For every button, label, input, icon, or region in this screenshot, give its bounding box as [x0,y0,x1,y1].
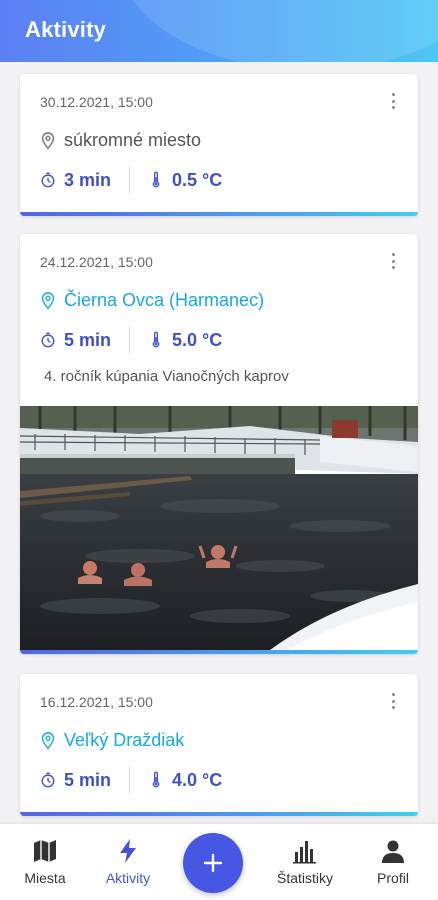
activity-location[interactable]: Čierna Ovca (Harmanec) [40,290,264,311]
location-pin-icon [41,131,55,149]
temperature-value: 5.0 °C [172,329,223,350]
timer-icon [41,332,55,348]
duration-stat: 5 min [40,330,111,351]
activity-card[interactable]: 16.12.2021, 15:00 Veľký Draždiak 5 min 4… [20,674,418,816]
person-icon [382,840,404,863]
temperature-stat: 4.0 °C [148,770,222,791]
thermometer-icon [152,771,160,788]
nav-activities[interactable]: Aktivity [88,838,168,886]
activity-date: 16.12.2021, 15:00 [40,694,153,710]
card-accent-bar [20,812,418,816]
add-activity-button[interactable] [183,833,243,893]
lightning-icon [120,839,136,863]
nav-statistics[interactable]: Štatistiky [265,838,345,886]
thermometer-icon [152,331,160,348]
activity-card[interactable]: 24.12.2021, 15:00 Čierna Ovca (Harmanec)… [20,234,418,654]
temperature-value: 4.0 °C [172,769,223,790]
duration-value: 3 min [64,169,112,190]
duration-value: 5 min [64,769,112,790]
bar-chart-icon [293,841,316,864]
activity-stats: 5 min 5.0 °C [40,326,222,354]
location-pin-icon [41,731,55,749]
activity-date: 24.12.2021, 15:00 [40,254,153,270]
stat-divider [129,166,131,194]
plus-icon [203,853,223,873]
activity-photo[interactable] [20,406,418,650]
bottom-nav: Miesta Aktivity Štatistiky Profil [0,824,438,900]
timer-icon [41,772,55,788]
timer-icon [41,172,55,188]
app-header: Aktivity [0,0,438,62]
duration-stat: 3 min [40,170,111,191]
activity-location: súkromné miesto [40,130,201,151]
location-name: Čierna Ovca (Harmanec) [64,290,265,310]
activity-feed[interactable]: 30.12.2021, 15:00 súkromné miesto 3 min [0,62,438,824]
location-name: súkromné miesto [64,130,202,150]
thermometer-icon [152,171,160,188]
temperature-value: 0.5 °C [172,169,223,190]
location-pin-icon [41,291,55,309]
duration-value: 5 min [64,329,112,350]
nav-places-label: Miesta [24,870,66,886]
more-options-icon[interactable] [390,253,396,269]
duration-stat: 5 min [40,770,111,791]
activity-description: 4. ročník kúpania Vianočných kaprov [44,368,289,385]
page-title: Aktivity [25,17,107,42]
temperature-stat: 0.5 °C [148,170,222,191]
header-decoration [120,0,438,62]
temperature-stat: 5.0 °C [148,330,222,351]
stat-divider [129,326,131,354]
activity-stats: 5 min 4.0 °C [40,766,222,794]
nav-activities-label: Aktivity [105,870,151,886]
activity-stats: 3 min 0.5 °C [40,166,222,194]
more-options-icon[interactable] [390,693,396,709]
more-options-icon[interactable] [390,93,396,109]
nav-profile-label: Profil [377,870,409,886]
nav-places[interactable]: Miesta [5,838,85,886]
location-name: Veľký Draždiak [64,730,185,750]
activity-date: 30.12.2021, 15:00 [40,94,153,110]
stat-divider [129,766,131,794]
card-accent-bar [20,650,418,654]
map-icon [34,840,56,862]
activity-location[interactable]: Veľký Draždiak [40,730,184,751]
activity-card[interactable]: 30.12.2021, 15:00 súkromné miesto 3 min [20,74,418,216]
winter-swim-photo [20,406,418,650]
nav-statistics-label: Štatistiky [276,870,333,886]
card-accent-bar [20,212,418,216]
nav-profile[interactable]: Profil [353,838,433,886]
